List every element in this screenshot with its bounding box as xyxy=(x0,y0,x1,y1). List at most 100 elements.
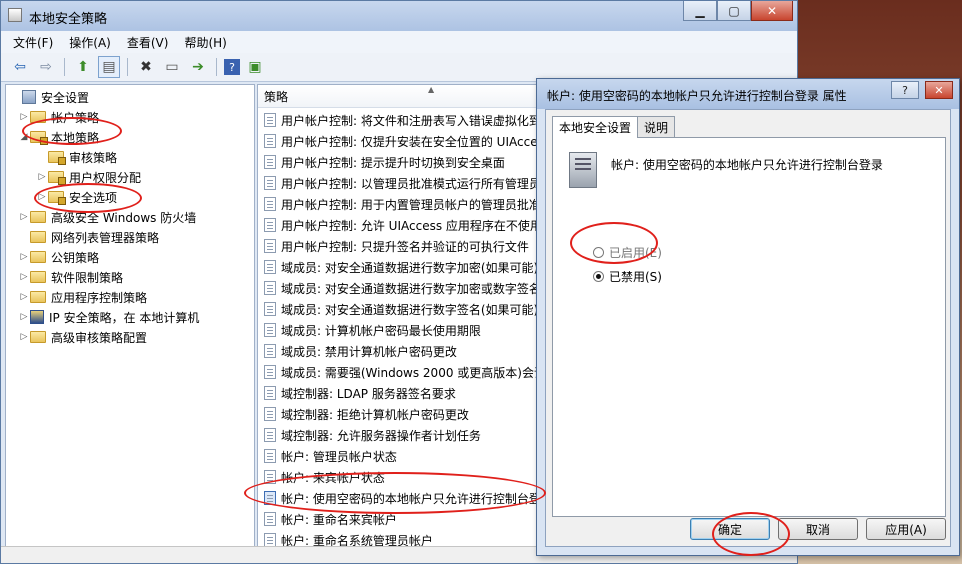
policy-row[interactable]: 用户帐户控制: 提示提升时切换到安全桌面 xyxy=(264,152,505,172)
tree-item-firewall[interactable]: ▷ 高级安全 Windows 防火墙 xyxy=(18,207,197,227)
maximize-button[interactable]: ▢ xyxy=(717,1,751,21)
up-icon[interactable]: ⬆ xyxy=(72,56,94,78)
policy-row-label: 域成员: 需要强(Windows 2000 或更高版本)会话 xyxy=(281,365,546,380)
policy-row[interactable]: 用户帐户控制: 将文件和注册表写入错误虚拟化到 xyxy=(264,110,541,130)
policy-row[interactable]: 域成员: 需要强(Windows 2000 或更高版本)会话 xyxy=(264,362,546,382)
properties-icon[interactable]: ▭ xyxy=(161,56,183,78)
policy-icon xyxy=(264,113,276,127)
policy-row[interactable]: 域控制器: 允许服务器操作者计划任务 xyxy=(264,425,481,445)
dialog-close-button[interactable]: ✕ xyxy=(925,81,953,99)
policy-row[interactable]: 用户帐户控制: 仅提升安装在安全位置的 UIAccess xyxy=(264,131,548,151)
help-icon[interactable]: ? xyxy=(224,59,240,75)
expand-arrow-icon[interactable]: ▷ xyxy=(18,212,30,222)
tree-item-security-settings[interactable]: 安全设置 xyxy=(10,87,89,107)
tree-item-app-control[interactable]: ▷ 应用程序控制策略 xyxy=(18,287,147,307)
ok-button[interactable]: 确定 xyxy=(690,518,770,540)
expand-arrow-icon[interactable]: ▷ xyxy=(18,292,30,302)
dialog-title-bar[interactable]: 帐户: 使用空密码的本地帐户只允许进行控制台登录 属性 ? ✕ xyxy=(537,79,959,109)
policy-row[interactable]: 用户帐户控制: 只提升签名并验证的可执行文件 xyxy=(264,236,529,256)
policy-row[interactable]: 域控制器: LDAP 服务器签名要求 xyxy=(264,383,456,403)
policy-row[interactable]: 域成员: 对安全通道数据进行数字加密或数字签名 xyxy=(264,278,541,298)
title-bar[interactable]: 本地安全策略 ▁ ▢ ✕ xyxy=(1,1,797,31)
disabled-option[interactable]: 已禁用(S) xyxy=(593,268,662,285)
expand-arrow-icon[interactable]: ▷ xyxy=(18,112,30,122)
column-header-policy[interactable]: 策略 ▲ xyxy=(258,85,548,108)
expand-arrow-icon[interactable]: ▷ xyxy=(18,252,30,262)
tab-explain[interactable]: 说明 xyxy=(637,116,676,137)
policy-icon xyxy=(264,533,276,547)
policy-icon xyxy=(264,449,276,463)
policy-row[interactable]: 域成员: 对安全通道数据进行数字加密(如果可能) xyxy=(264,257,538,277)
expand-arrow-icon[interactable]: ▷ xyxy=(36,192,48,202)
folder-lock-icon xyxy=(30,131,48,145)
expand-arrow-icon[interactable]: ▷ xyxy=(36,172,48,182)
policy-row[interactable]: 用户帐户控制: 用于内置管理员帐户的管理员批准 xyxy=(264,194,541,214)
policy-icon xyxy=(264,365,276,379)
tree-item-label: IP 安全策略，在 本地计算机 xyxy=(49,310,200,325)
dialog-title: 帐户: 使用空密码的本地帐户只允许进行控制台登录 属性 xyxy=(547,89,847,103)
view-icon[interactable]: ▣ xyxy=(244,56,266,78)
policy-row[interactable]: 域控制器: 拒绝计算机帐户密码更改 xyxy=(264,404,469,424)
apply-button[interactable]: 应用(A) xyxy=(866,518,946,540)
policy-row[interactable]: 用户帐户控制: 以管理员批准模式运行所有管理员 xyxy=(264,173,541,193)
menu-action[interactable]: 操作(A) xyxy=(69,34,111,51)
policy-row[interactable]: 域成员: 对安全通道数据进行数字签名(如果可能) xyxy=(264,299,538,319)
policy-row[interactable]: 帐户: 使用空密码的本地帐户只允许进行控制台登 xyxy=(264,488,541,508)
policy-icon xyxy=(264,428,276,442)
policy-icon xyxy=(264,512,276,526)
policy-row[interactable]: 域成员: 计算机帐户密码最长使用期限 xyxy=(264,320,481,340)
tree-item-network-list[interactable]: 网络列表管理器策略 xyxy=(18,227,159,247)
tree-pane[interactable]: 安全设置 ▷ 帐户策略 ◢ 本地策略 审核策略 ▷ 用户权限分配 ▷ 安全选项 xyxy=(5,84,255,549)
tree-item-account-policies[interactable]: ▷ 帐户策略 xyxy=(18,107,99,127)
tree-item-software-restriction[interactable]: ▷ 软件限制策略 xyxy=(18,267,123,287)
disabled-radio[interactable] xyxy=(593,271,604,282)
tree-item-user-rights[interactable]: ▷ 用户权限分配 xyxy=(36,167,141,187)
close-button[interactable]: ✕ xyxy=(751,1,793,21)
policy-row-label: 域成员: 对安全通道数据进行数字签名(如果可能) xyxy=(281,302,539,317)
minimize-button[interactable]: ▁ xyxy=(683,1,717,21)
policy-row[interactable]: 帐户: 来宾帐户状态 xyxy=(264,467,385,487)
tab-local-security-setting[interactable]: 本地安全设置 xyxy=(552,116,639,138)
tree-item-label: 公钥策略 xyxy=(51,250,100,265)
export-icon[interactable]: ➔ xyxy=(187,56,209,78)
tree-item-ip-security[interactable]: ▷ IP 安全策略，在 本地计算机 xyxy=(18,307,199,327)
menu-view[interactable]: 查看(V) xyxy=(127,34,169,51)
policy-document-icon xyxy=(569,152,597,188)
enabled-label: 已启用(E) xyxy=(609,246,662,260)
show-hide-tree-icon[interactable]: ▤ xyxy=(98,56,120,78)
tree-item-public-key[interactable]: ▷ 公钥策略 xyxy=(18,247,99,267)
dialog-help-button[interactable]: ? xyxy=(891,81,919,99)
collapse-arrow-icon[interactable]: ◢ xyxy=(18,132,30,142)
menu-file[interactable]: 文件(F) xyxy=(13,34,53,51)
menu-help[interactable]: 帮助(H) xyxy=(184,34,226,51)
back-icon[interactable]: ⇦ xyxy=(9,56,31,78)
folder-icon xyxy=(30,111,46,123)
policy-icon xyxy=(264,218,276,232)
policy-row-label: 域成员: 禁用计算机帐户密码更改 xyxy=(281,344,457,359)
tree-item-local-policies[interactable]: ◢ 本地策略 xyxy=(18,127,99,147)
enabled-radio[interactable] xyxy=(593,247,604,258)
policy-row-label: 帐户: 来宾帐户状态 xyxy=(281,470,385,485)
folder-icon xyxy=(30,211,46,223)
enabled-option[interactable]: 已启用(E) xyxy=(593,244,662,261)
folder-lock-icon xyxy=(48,171,66,185)
policy-name: 帐户: 使用空密码的本地帐户只允许进行控制台登录 xyxy=(611,158,883,172)
policy-row[interactable]: 域成员: 禁用计算机帐户密码更改 xyxy=(264,341,457,361)
expand-arrow-icon[interactable]: ▷ xyxy=(18,332,30,342)
expand-arrow-icon[interactable]: ▷ xyxy=(18,272,30,282)
policy-row-label: 域控制器: LDAP 服务器签名要求 xyxy=(281,386,456,401)
tree-item-audit-policy[interactable]: 审核策略 xyxy=(36,147,117,167)
ip-security-icon xyxy=(30,310,44,324)
tree-item-advanced-audit[interactable]: ▷ 高级审核策略配置 xyxy=(18,327,147,347)
forward-icon[interactable]: ⇨ xyxy=(35,56,57,78)
policy-row[interactable]: 帐户: 管理员帐户状态 xyxy=(264,446,397,466)
policy-list-pane[interactable]: 策略 ▲ 用户帐户控制: 将文件和注册表写入错误虚拟化到 用户帐户控制: 仅提升安… xyxy=(257,84,549,549)
expand-arrow-icon[interactable]: ▷ xyxy=(18,312,30,322)
folder-icon xyxy=(30,251,46,263)
cancel-button[interactable]: 取消 xyxy=(778,518,858,540)
policy-row[interactable]: 用户帐户控制: 允许 UIAccess 应用程序在不使用 xyxy=(264,215,542,235)
tree-item-security-options[interactable]: ▷ 安全选项 xyxy=(36,187,117,207)
policy-row[interactable]: 帐户: 重命名来宾帐户 xyxy=(264,509,397,529)
delete-icon[interactable]: ✖ xyxy=(135,56,157,78)
tree-item-label: 应用程序控制策略 xyxy=(51,290,148,305)
